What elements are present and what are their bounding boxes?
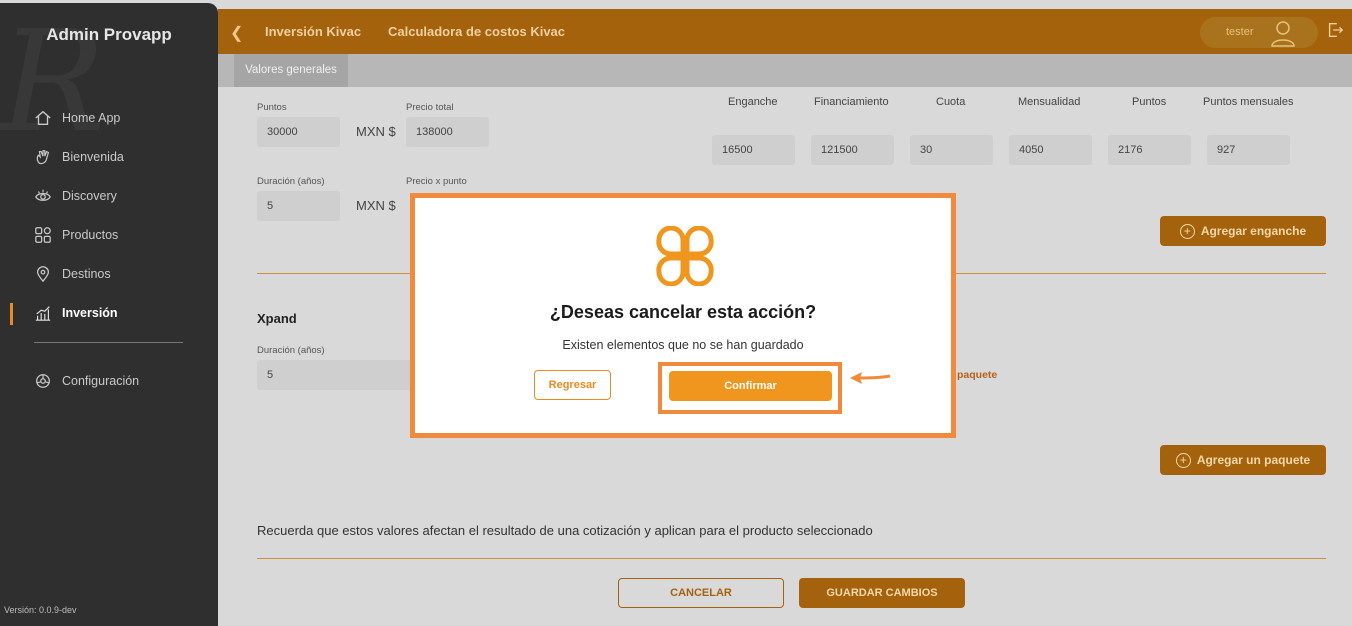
- xpand-duracion-label: Duración (años): [257, 345, 325, 356]
- plus-circle-icon: +: [1175, 452, 1191, 468]
- puntos-mensuales-input[interactable]: 927: [1207, 135, 1290, 165]
- xpand-duracion-input[interactable]: 5: [257, 360, 417, 390]
- precio-total-input[interactable]: 138000: [406, 117, 489, 147]
- username: tester: [1226, 26, 1254, 38]
- confirm-button[interactable]: Confirmar: [669, 371, 832, 401]
- sidebar-item-label: Bienvenida: [62, 150, 124, 164]
- financiamiento-input[interactable]: 121500: [811, 135, 894, 165]
- sidebar-item-label: Destinos: [62, 267, 111, 281]
- grid-icon: [35, 227, 51, 243]
- cuota-input[interactable]: 30: [910, 135, 993, 165]
- puntos-input[interactable]: 30000: [257, 117, 340, 147]
- dialog-message: Existen elementos que no se han guardado: [562, 338, 804, 352]
- currency-label: MXN $: [356, 124, 396, 139]
- table-header: Cuota: [936, 96, 966, 108]
- confirm-dialog: ¿Deseas cancelar esta acción? Existen el…: [410, 193, 956, 438]
- paquete-link[interactable]: paquete: [957, 369, 997, 381]
- footer-divider: [257, 558, 1326, 559]
- logout-icon[interactable]: [1326, 21, 1344, 39]
- sidebar: R Admin Provapp Home App Bienvenida Disc…: [0, 3, 218, 626]
- sidebar-item-configuracion[interactable]: Configuración: [34, 371, 139, 391]
- clover-logo-icon: [656, 226, 714, 286]
- mensualidad-input[interactable]: 4050: [1009, 135, 1092, 165]
- sidebar-item-inversion[interactable]: Inversión: [34, 303, 118, 323]
- arrow-left-icon: [850, 372, 891, 384]
- agregar-paquete-label: Agregar un paquete: [1196, 453, 1311, 467]
- back-button[interactable]: Regresar: [534, 370, 611, 400]
- home-icon: [35, 110, 51, 125]
- table-header: Puntos mensuales: [1203, 96, 1294, 108]
- precio-punto-label: Precio x punto: [406, 176, 467, 187]
- currency-label: MXN $: [356, 198, 396, 213]
- sidebar-item-label: Configuración: [62, 374, 140, 388]
- dialog-title: ¿Deseas cancelar esta acción?: [549, 302, 817, 322]
- table-header: Puntos: [1132, 96, 1167, 108]
- puntos-row-input[interactable]: 2176: [1108, 135, 1191, 165]
- plus-circle-icon: +: [1179, 223, 1195, 239]
- wave-hand-icon: [36, 150, 50, 165]
- sidebar-item-label: Inversión: [62, 306, 118, 320]
- user-menu[interactable]: tester: [1200, 17, 1318, 48]
- bar-chart-icon: [35, 306, 51, 321]
- sidebar-item-label: Productos: [62, 228, 119, 242]
- eye-icon: [35, 189, 51, 201]
- puntos-label: Puntos: [257, 102, 287, 113]
- sidebar-item-productos[interactable]: Productos: [34, 225, 118, 245]
- sidebar-item-destinos[interactable]: Destinos: [34, 264, 111, 284]
- xpand-title: Xpand: [257, 311, 297, 326]
- sidebar-item-bienvenida[interactable]: Bienvenida: [34, 147, 124, 167]
- sidebar-item-label: Home App: [62, 111, 121, 125]
- brand-title: Admin Provapp: [46, 25, 172, 44]
- top-header: ❮ Inversión Kivac Calculadora de costos …: [218, 9, 1352, 54]
- agregar-paquete-button[interactable]: + Agregar un paquete: [1160, 445, 1326, 475]
- breadcrumb-inversion[interactable]: Inversión Kivac: [265, 24, 361, 39]
- table-header: Financiamiento: [814, 96, 889, 108]
- sidebar-item-home-app[interactable]: Home App: [34, 108, 120, 128]
- info-note: Recuerda que estos valores afectan el re…: [257, 523, 873, 538]
- sub-header: Valores generales: [218, 54, 1352, 87]
- version-label: Versión: 0.0.9-dev: [4, 605, 77, 615]
- sidebar-divider: [34, 342, 183, 343]
- chevron-left-icon[interactable]: ❮: [230, 23, 243, 43]
- tab-valores-generales[interactable]: Valores generales: [234, 54, 348, 87]
- settings-icon: [36, 374, 50, 388]
- breadcrumb-calculadora: Calculadora de costos Kivac: [388, 24, 566, 39]
- table-header: Mensualidad: [1018, 96, 1081, 108]
- precio-total-label: Precio total: [406, 102, 454, 113]
- location-pin-icon: [36, 266, 50, 283]
- duracion-label: Duración (años): [257, 176, 325, 187]
- table-header: Enganche: [728, 96, 778, 108]
- user-avatar-icon: [1271, 21, 1295, 47]
- header-notch: [472, 0, 486, 7]
- agregar-enganche-label: Agregar enganche: [1200, 224, 1307, 238]
- cancel-button[interactable]: CANCELAR: [618, 578, 784, 608]
- agregar-enganche-button[interactable]: + Agregar enganche: [1160, 216, 1326, 246]
- sidebar-item-discovery[interactable]: Discovery: [34, 186, 117, 206]
- active-indicator: [10, 303, 13, 325]
- duracion-input[interactable]: 5: [257, 191, 340, 221]
- sidebar-item-label: Discovery: [62, 189, 117, 203]
- save-button[interactable]: GUARDAR CAMBIOS: [799, 578, 965, 608]
- enganche-input[interactable]: 16500: [712, 135, 795, 165]
